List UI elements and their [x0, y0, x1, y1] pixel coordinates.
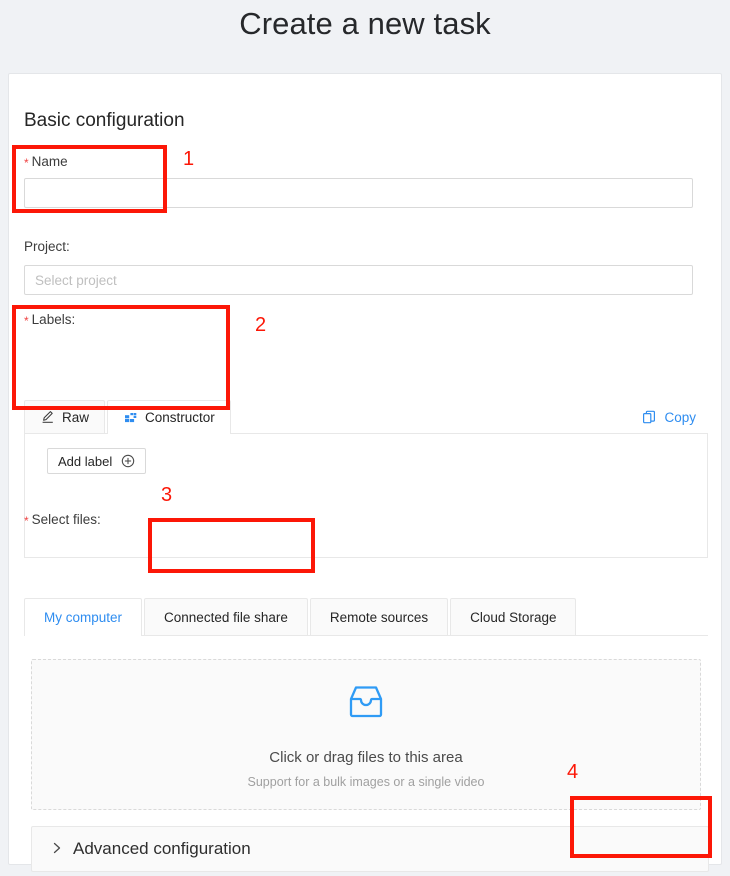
- name-label: * Name: [24, 154, 68, 170]
- labels-tabbar: Raw Constructor Copy: [24, 400, 708, 434]
- tab-my-computer[interactable]: My computer: [24, 598, 143, 636]
- copy-icon: [642, 410, 657, 425]
- select-files-label-text: Select files:: [31, 512, 101, 527]
- dropzone-primary-text: Click or drag files to this area: [269, 749, 463, 766]
- inbox-icon: [344, 680, 388, 729]
- tab-cloud-storage-label: Cloud Storage: [470, 609, 557, 625]
- task-form-card: Basic configuration *Name Project: *Labe…: [8, 73, 722, 872]
- add-label-button[interactable]: Add label: [47, 448, 147, 474]
- select-files-tabbar: My computer Connected file share Remote …: [24, 598, 708, 636]
- project-select-input[interactable]: [24, 265, 693, 295]
- tab-remote-sources-label: Remote sources: [329, 609, 429, 625]
- select-files-label: * Select files:: [24, 512, 101, 528]
- pencil-icon: [40, 410, 55, 425]
- add-label-button-text: Add label: [58, 453, 113, 469]
- advanced-configuration-toggle[interactable]: Advanced configuration: [31, 826, 709, 872]
- chevron-right-icon: [52, 841, 62, 858]
- copy-button[interactable]: Copy: [638, 408, 700, 427]
- create-task-page: Create a new task Basic configuration * N…: [0, 0, 730, 876]
- plus-circle-icon: [120, 454, 135, 469]
- name-label-text: Name: [31, 154, 68, 169]
- tab-raw[interactable]: Raw: [24, 400, 106, 433]
- constructor-blocks-icon: [123, 410, 138, 425]
- tab-remote-sources[interactable]: Remote sources: [309, 598, 449, 635]
- labels-label: * Labels:: [24, 312, 76, 328]
- dropzone-secondary-text: Support for a bulk images or a single vi…: [247, 775, 485, 789]
- project-label: Project:: [24, 239, 70, 254]
- labels-label-text: Labels:: [31, 312, 76, 327]
- page-title: Create a new task: [239, 6, 491, 41]
- tab-constructor[interactable]: Constructor: [107, 400, 231, 434]
- basic-configuration-heading: Basic configuration: [24, 110, 185, 131]
- tab-my-computer-label: My computer: [44, 610, 123, 625]
- tab-connected-file-share-label: Connected file share: [164, 609, 288, 625]
- required-asterisk-name: *: [24, 156, 29, 170]
- required-asterisk-files: *: [24, 514, 29, 528]
- required-asterisk-labels: *: [24, 314, 29, 328]
- tab-raw-label: Raw: [62, 409, 90, 425]
- advanced-configuration-label: Advanced configuration: [73, 839, 251, 858]
- tab-constructor-label: Constructor: [145, 410, 215, 425]
- tab-connected-file-share[interactable]: Connected file share: [144, 598, 308, 635]
- labels-section: Raw Constructor Copy Add label: [24, 400, 708, 558]
- tab-cloud-storage[interactable]: Cloud Storage: [450, 598, 577, 635]
- file-dropzone[interactable]: Click or drag files to this area Support…: [31, 659, 701, 810]
- name-input[interactable]: [24, 178, 693, 208]
- select-files-section: My computer Connected file share Remote …: [24, 598, 708, 636]
- copy-button-label: Copy: [664, 410, 696, 425]
- labels-content-panel: Add label: [24, 434, 708, 558]
